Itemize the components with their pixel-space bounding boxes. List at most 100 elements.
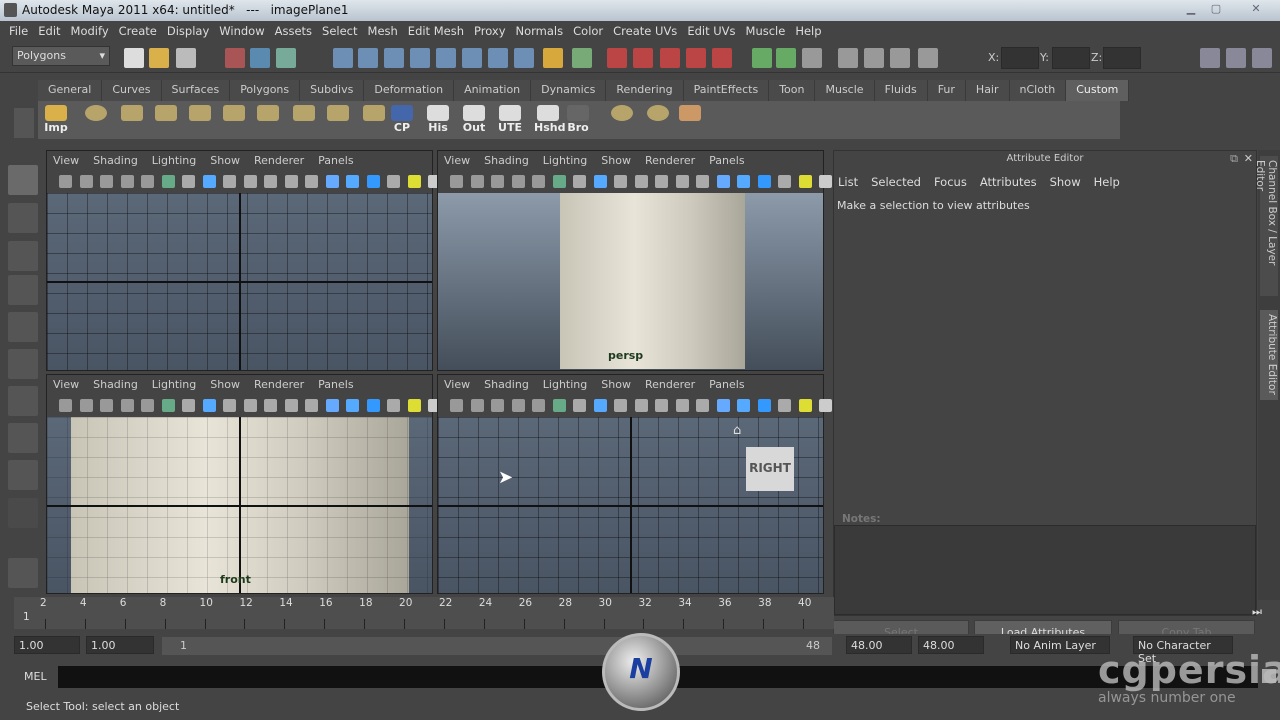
view-cube[interactable]: RIGHT (746, 447, 794, 491)
soft-modification-icon[interactable] (8, 423, 38, 453)
vp-menu-renderer[interactable]: Renderer (645, 154, 695, 171)
viewport-toolbar-icon[interactable] (284, 399, 298, 412)
insert-edge-loop-icon[interactable] (290, 105, 318, 135)
rename-icon[interactable] (776, 48, 796, 68)
start-time-field[interactable]: 1.00 (14, 636, 80, 654)
viewport-view-area[interactable]: persp (438, 193, 823, 370)
viewport-toolbar-icon[interactable] (387, 175, 400, 188)
vp-menu-show[interactable]: Show (210, 378, 240, 395)
ae-menu-attributes[interactable]: Attributes (980, 175, 1037, 189)
select-hierarchy-icon[interactable] (225, 48, 245, 68)
viewport-toolbar-icon[interactable] (182, 399, 195, 412)
vp-menu-panels[interactable]: Panels (318, 154, 353, 171)
command-language-button[interactable]: MEL (24, 670, 47, 683)
viewport-toolbar-icon[interactable] (593, 175, 607, 188)
viewport-toolbar-icon[interactable] (573, 175, 586, 188)
vp-menu-show[interactable]: Show (601, 378, 631, 395)
viewport-toolbar-icon[interactable] (450, 399, 463, 412)
viewport-toolbar-icon[interactable] (223, 399, 236, 412)
hypershade-icon[interactable] (712, 48, 732, 68)
viewport-toolbar-icon[interactable] (716, 175, 730, 188)
viewport-toolbar-icon[interactable] (819, 399, 832, 412)
menu-display[interactable]: Display (162, 24, 214, 43)
ae-menu-list[interactable]: List (838, 175, 858, 189)
viewport-toolbar-icon[interactable] (511, 399, 525, 412)
selection-list-icon[interactable] (802, 48, 822, 68)
viewport-toolbar-icon[interactable] (305, 175, 318, 188)
menu-color[interactable]: Color (568, 24, 608, 43)
vp-menu-shading[interactable]: Shading (484, 378, 529, 395)
menu-normals[interactable]: Normals (511, 24, 569, 43)
help-question-icon[interactable] (514, 48, 534, 68)
vp-menu-renderer[interactable]: Renderer (645, 378, 695, 395)
ae-menu-show[interactable]: Show (1050, 175, 1081, 189)
time-slider[interactable]: 1 2 4 6 8 10 12 14 16 18 20 22 24 26 28 30 32 34 36 38 40 (14, 597, 834, 629)
poly-plane-icon[interactable] (186, 105, 214, 135)
shelf-tab-muscle[interactable]: Muscle (815, 80, 875, 101)
rotate-tool-icon[interactable] (8, 312, 38, 342)
viewport-front[interactable]: View Shading Lighting Show Renderer Panels fr… (46, 374, 441, 594)
menu-edit-uvs[interactable]: Edit UVs (682, 24, 740, 43)
viewport-toolbar-icon[interactable] (757, 175, 771, 188)
vp-menu-view[interactable]: View (444, 154, 470, 171)
viewport-toolbar-icon[interactable] (614, 175, 627, 188)
viewport-toolbar-icon[interactable] (757, 399, 771, 412)
viewport-toolbar-icon[interactable] (79, 175, 93, 188)
viewport-view-area[interactable] (47, 193, 432, 370)
shelf-browser-button[interactable]: Bro (564, 105, 592, 135)
viewport-toolbar-icon[interactable] (696, 399, 709, 412)
viewport-toolbar-icon[interactable] (141, 399, 154, 412)
shelf-tab-curves[interactable]: Curves (102, 80, 162, 101)
shelf-menu-button[interactable] (14, 108, 34, 138)
magnet-icon[interactable] (607, 48, 627, 68)
vp-menu-lighting[interactable]: Lighting (543, 378, 587, 395)
viewport-toolbar-icon[interactable] (491, 399, 504, 412)
vp-menu-renderer[interactable]: Renderer (254, 154, 304, 171)
vp-menu-lighting[interactable]: Lighting (152, 378, 196, 395)
viewport-toolbar-icon[interactable] (366, 399, 380, 412)
vp-menu-view[interactable]: View (53, 154, 79, 171)
z-field[interactable] (1103, 47, 1141, 69)
open-folder-icon[interactable] (149, 48, 169, 68)
merge-vertices-icon[interactable] (360, 105, 388, 135)
vp-menu-panels[interactable]: Panels (709, 154, 744, 171)
viewport-toolbar-icon[interactable] (655, 175, 668, 188)
relative-transform-icon[interactable] (864, 48, 884, 68)
playback-end-field[interactable]: 48.00 (846, 636, 912, 654)
playback-start-field[interactable]: 1.00 (86, 636, 154, 654)
viewport-toolbar-icon[interactable] (470, 399, 484, 412)
vp-menu-shading[interactable]: Shading (93, 154, 138, 171)
select-tool-icon[interactable] (8, 165, 38, 195)
ipr-render-icon[interactable] (660, 48, 680, 68)
dynamics-icon[interactable] (488, 48, 508, 68)
select-object-icon[interactable] (250, 48, 270, 68)
close-button[interactable]: ✕ (1245, 2, 1267, 17)
viewport-toolbar-icon[interactable] (634, 175, 648, 188)
snap-curve-icon[interactable] (358, 48, 378, 68)
viewport-toolbar-icon[interactable] (593, 399, 607, 412)
range-slider[interactable]: 1 48 (162, 637, 832, 655)
viewport-toolbar-icon[interactable] (243, 399, 257, 412)
lock-icon[interactable] (543, 48, 563, 68)
vp-menu-show[interactable]: Show (210, 154, 240, 171)
home-icon[interactable]: ⌂ (733, 423, 741, 438)
close-panel-icon[interactable]: ✕ (1244, 152, 1253, 165)
lattice-icon[interactable] (676, 105, 704, 135)
viewport-toolbar-icon[interactable] (696, 175, 709, 188)
viewport-toolbar-icon[interactable] (325, 175, 339, 188)
viewport-toolbar-icon[interactable] (161, 399, 175, 412)
tool-settings-toggle-icon[interactable] (1226, 48, 1246, 68)
minimize-button[interactable]: ▁ (1180, 2, 1202, 17)
x-field[interactable] (1001, 47, 1039, 69)
viewport-toolbar-icon[interactable] (737, 399, 750, 412)
viewport-toolbar-icon[interactable] (264, 175, 277, 188)
viewport-toolbar-icon[interactable] (491, 175, 504, 188)
menu-create-uvs[interactable]: Create UVs (608, 24, 682, 43)
render-settings-icon[interactable] (686, 48, 706, 68)
viewport-toolbar-icon[interactable] (346, 175, 359, 188)
playback-end-icon[interactable]: ⏭ (1252, 605, 1262, 619)
move-tool-icon[interactable] (8, 275, 38, 305)
ae-menu-help[interactable]: Help (1094, 175, 1120, 189)
shelf-tab-painteffects[interactable]: PaintEffects (683, 80, 770, 101)
viewport-toolbar-icon[interactable] (120, 399, 134, 412)
